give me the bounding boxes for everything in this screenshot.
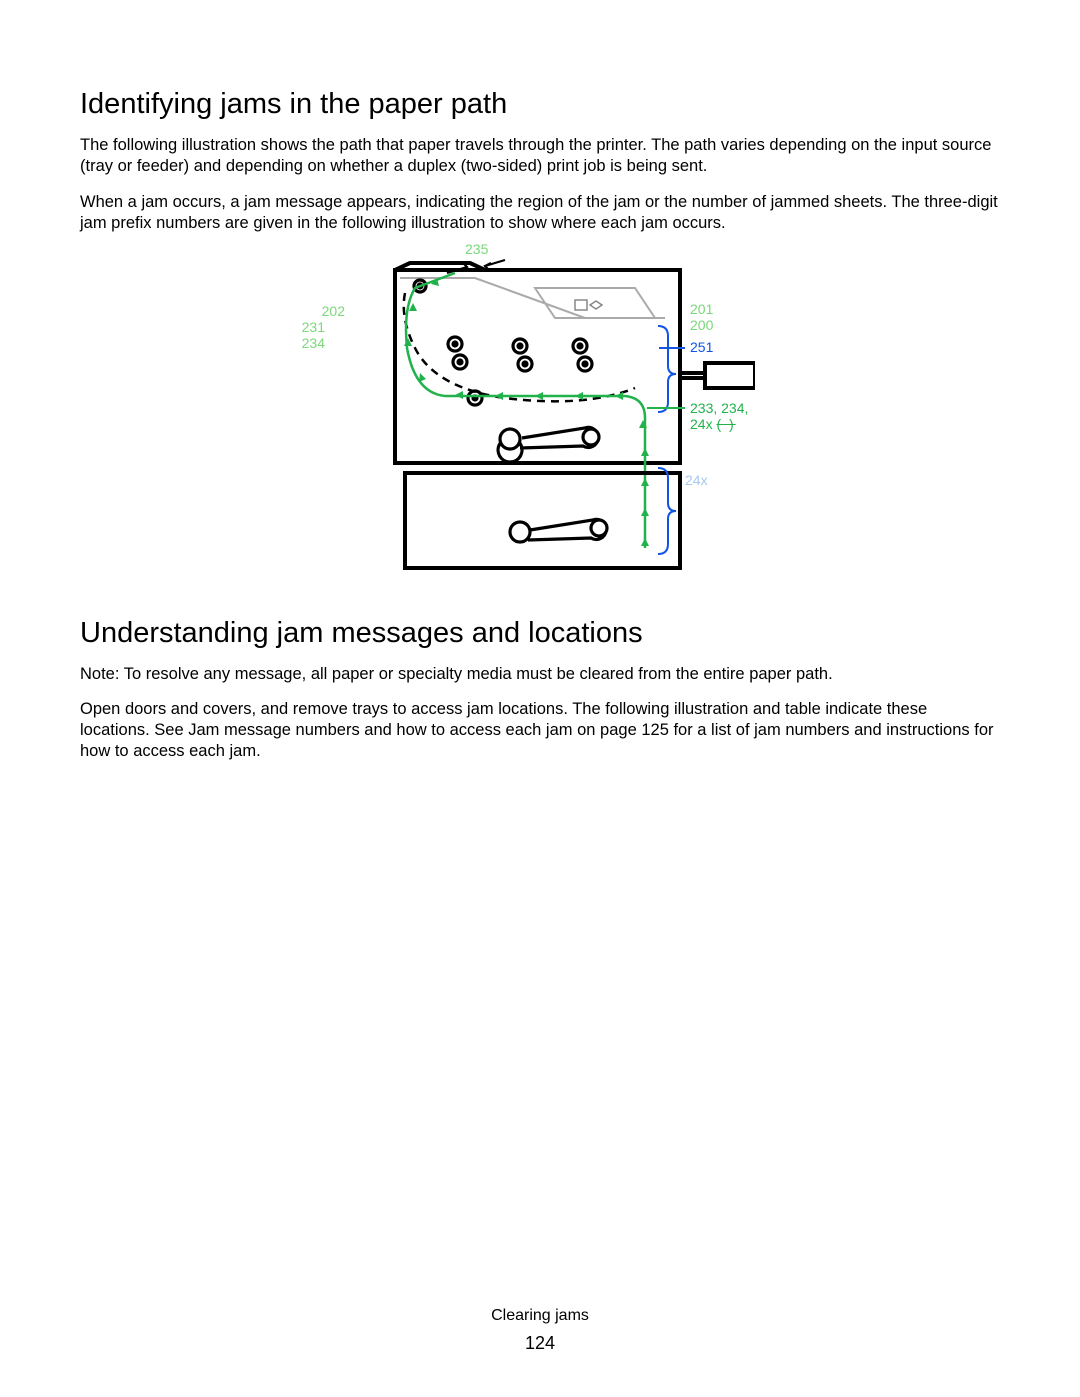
label-234: 234 (302, 336, 325, 351)
heading-identifying-jams: Identifying jams in the paper path (80, 88, 1000, 121)
label-24x-paren: ( ) (716, 416, 735, 432)
page-footer: Clearing jams 124 (0, 1304, 1080, 1357)
heading-understanding-jams: Understanding jam messages and locations (80, 617, 1000, 650)
link-jam-message-numbers[interactable]: Jam message numbers and how to access ea… (188, 721, 572, 739)
para-jam-message: When a jam occurs, a jam message appears… (80, 192, 1000, 234)
label-231: 231 (302, 320, 325, 335)
label-233-234: 233, 234, (690, 401, 748, 416)
label-202: 202 (322, 304, 345, 319)
footer-page-number: 124 (0, 1330, 1080, 1357)
para-open-doors: Open doors and covers, and remove trays … (80, 699, 1000, 762)
label-235: 235 (465, 242, 488, 257)
para-note: Note: To resolve any message, all paper … (80, 664, 1000, 685)
label-251: 251 (690, 340, 713, 355)
label-24x-row: 24x ( ) (690, 417, 736, 432)
footer-chapter: Clearing jams (0, 1304, 1080, 1328)
label-24x: 24x (690, 416, 713, 432)
para-path-description: The following illustration shows the pat… (80, 135, 1000, 177)
label-201: 201 (690, 302, 713, 317)
label-200: 200 (690, 318, 713, 333)
figure-paper-path: 235 202 231 234 201 200 251 233, 234, 24… (80, 248, 1000, 593)
label-lower-24x: 24x (685, 473, 708, 488)
